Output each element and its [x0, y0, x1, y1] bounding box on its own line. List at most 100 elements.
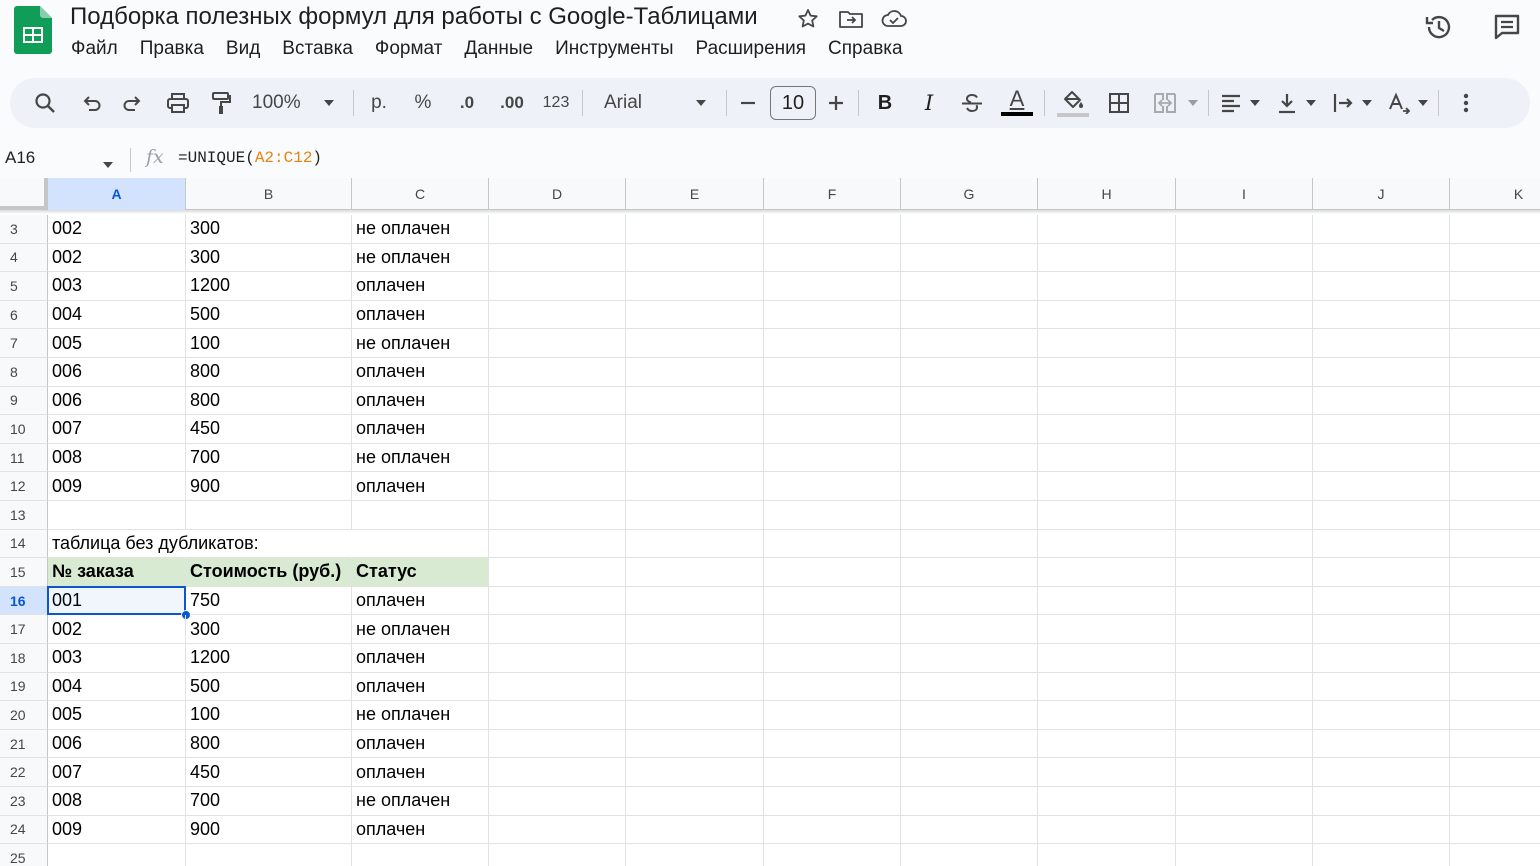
comments-icon[interactable] — [1490, 10, 1524, 44]
cell-f21[interactable] — [764, 729, 901, 759]
cell-f19[interactable] — [764, 672, 901, 702]
cell-d5[interactable] — [489, 272, 626, 301]
row-header[interactable]: 16 — [0, 586, 48, 616]
cell-b16[interactable]: 750 — [186, 586, 352, 616]
cell-h17[interactable] — [1038, 615, 1176, 644]
cell-h20[interactable] — [1038, 701, 1176, 730]
menu-edit[interactable]: Правка — [129, 36, 215, 64]
merge-cells-icon[interactable] — [1150, 78, 1180, 128]
cell-a5[interactable]: 003 — [48, 272, 186, 301]
currency-format-button[interactable]: р. — [366, 78, 392, 128]
cell-a3[interactable]: 002 — [48, 215, 186, 244]
cell-f20[interactable] — [764, 701, 901, 730]
cell-i8[interactable] — [1176, 358, 1313, 387]
cell-i15[interactable] — [1176, 558, 1313, 587]
row-header[interactable]: 18 — [0, 644, 48, 673]
cell-a23[interactable]: 008 — [48, 787, 186, 816]
document-title[interactable]: Подборка полезных формул для работы с Go… — [70, 3, 758, 31]
cell-h23[interactable] — [1038, 787, 1176, 816]
cell-c9[interactable]: оплачен — [352, 386, 489, 416]
cell-e23[interactable] — [626, 787, 764, 816]
zoom-select[interactable]: 100% — [252, 78, 314, 128]
cell-b9[interactable]: 800 — [186, 386, 352, 416]
fill-color-button[interactable] — [1056, 78, 1090, 128]
cell-c21[interactable]: оплачен — [352, 729, 489, 759]
cloud-saved-icon[interactable] — [880, 5, 908, 33]
print-icon[interactable] — [162, 78, 194, 128]
cell-a16[interactable]: 001 — [48, 586, 186, 616]
row-header[interactable]: 3 — [0, 215, 48, 244]
cell-g22[interactable] — [901, 758, 1038, 787]
cell-e6[interactable] — [626, 300, 764, 330]
cell-j6[interactable] — [1313, 300, 1450, 330]
menu-help[interactable]: Справка — [817, 36, 914, 64]
row-header[interactable]: 13 — [0, 501, 48, 530]
cell-e24[interactable] — [626, 815, 764, 845]
cell-f10[interactable] — [764, 415, 901, 444]
row-header[interactable]: 14 — [0, 529, 48, 559]
cell-j11[interactable] — [1313, 443, 1450, 473]
cell-i6[interactable] — [1176, 300, 1313, 330]
cell-k5[interactable] — [1450, 272, 1540, 301]
row-header[interactable]: 25 — [0, 844, 48, 866]
cell-j8[interactable] — [1313, 358, 1450, 387]
cell-c15[interactable]: Статус — [352, 558, 489, 587]
cell-f24[interactable] — [764, 815, 901, 845]
cell-a12[interactable]: 009 — [48, 472, 186, 501]
cell-i12[interactable] — [1176, 472, 1313, 501]
borders-icon[interactable] — [1104, 78, 1134, 128]
row-header[interactable]: 11 — [0, 443, 48, 473]
cell-d25[interactable] — [489, 844, 626, 866]
cell-b4[interactable]: 300 — [186, 243, 352, 273]
cell-i17[interactable] — [1176, 615, 1313, 644]
row-header[interactable]: 10 — [0, 415, 48, 444]
cell-h9[interactable] — [1038, 386, 1176, 416]
cell-e4[interactable] — [626, 243, 764, 273]
cell-k24[interactable] — [1450, 816, 1540, 845]
zoom-caret-icon[interactable] — [322, 78, 336, 128]
cell-f7[interactable] — [764, 329, 901, 358]
cell-b18[interactable]: 1200 — [186, 644, 352, 673]
bold-button[interactable]: B — [872, 78, 898, 128]
cell-e9[interactable] — [626, 386, 764, 416]
cell-g18[interactable] — [901, 644, 1038, 673]
cell-f15[interactable] — [764, 558, 901, 587]
cell-a20[interactable]: 005 — [48, 701, 186, 730]
cell-k14[interactable] — [1450, 530, 1540, 559]
cell-f17[interactable] — [764, 615, 901, 644]
cell-j12[interactable] — [1313, 472, 1450, 501]
cell-g20[interactable] — [901, 701, 1038, 730]
cell-j25[interactable] — [1313, 844, 1450, 866]
row-header[interactable]: 5 — [0, 272, 48, 301]
cell-a7[interactable]: 005 — [48, 329, 186, 358]
halign-caret-icon[interactable] — [1248, 78, 1262, 128]
column-header-h[interactable]: H — [1038, 178, 1176, 210]
cell-c14[interactable] — [352, 529, 489, 559]
menu-view[interactable]: Вид — [215, 36, 271, 64]
cell-h13[interactable] — [1038, 501, 1176, 530]
redo-icon[interactable] — [118, 78, 148, 128]
cell-g5[interactable] — [901, 272, 1038, 301]
decrease-decimal-button[interactable]: .0 — [450, 78, 484, 128]
cell-g10[interactable] — [901, 415, 1038, 444]
cell-k3[interactable] — [1450, 215, 1540, 244]
cell-c13[interactable] — [352, 501, 489, 530]
row-header[interactable]: 19 — [0, 672, 48, 702]
undo-icon[interactable] — [76, 78, 106, 128]
cell-b17[interactable]: 300 — [186, 615, 352, 644]
cell-e20[interactable] — [626, 701, 764, 730]
version-history-icon[interactable] — [1422, 10, 1456, 44]
menu-format[interactable]: Формат — [364, 36, 454, 64]
cell-h10[interactable] — [1038, 415, 1176, 444]
cell-b12[interactable]: 900 — [186, 472, 352, 501]
cell-d11[interactable] — [489, 443, 626, 473]
cell-i25[interactable] — [1176, 844, 1313, 866]
cell-g8[interactable] — [901, 358, 1038, 387]
column-header-i[interactable]: I — [1176, 178, 1313, 210]
paint-format-icon[interactable] — [205, 78, 237, 128]
cell-i14[interactable] — [1176, 529, 1313, 559]
cell-k7[interactable] — [1450, 329, 1540, 358]
cell-j22[interactable] — [1313, 758, 1450, 787]
cell-g13[interactable] — [901, 501, 1038, 530]
spreadsheet-grid[interactable]: ABCDEFGHIJK 3 002 300 не оплачен 4 002 300 не о… — [0, 178, 1540, 866]
